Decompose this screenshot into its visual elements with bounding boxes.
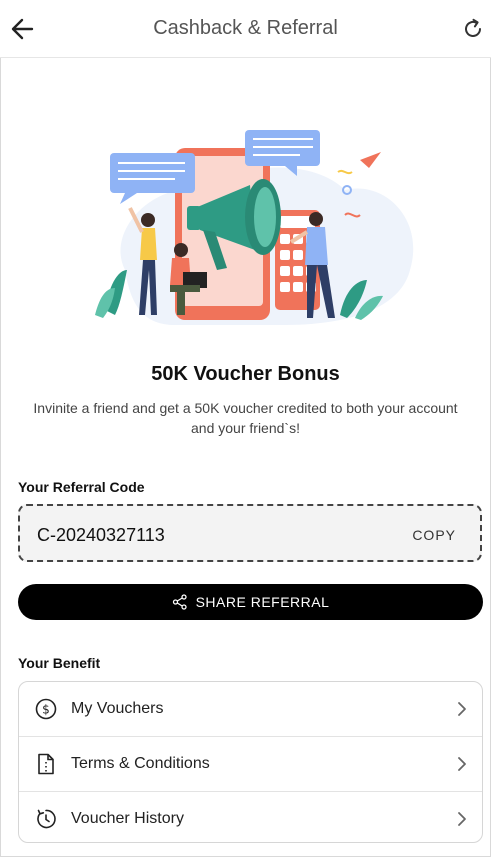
chevron-right-icon — [458, 702, 466, 716]
chevron-right-icon — [458, 812, 466, 826]
list-item-my-vouchers[interactable]: $ My Vouchers — [19, 682, 482, 737]
share-referral-button[interactable]: SHARE REFERRAL — [18, 584, 483, 620]
copy-button[interactable]: COPY — [412, 527, 456, 543]
voucher-history-label: Voucher History — [71, 810, 184, 827]
referral-illustration — [95, 130, 414, 325]
bonus-title: 50K Voucher Bonus — [151, 363, 340, 385]
share-icon — [172, 594, 187, 610]
benefit-list: $ My Vouchers Terms & Conditions Voucher… — [18, 681, 483, 843]
refresh-icon[interactable] — [461, 17, 485, 41]
referral-code-value: C-20240327113 — [37, 525, 165, 545]
referral-code-box: C-20240327113 COPY — [18, 504, 482, 562]
referral-code-label: Your Referral Code — [18, 479, 145, 495]
top-bar: Cashback & Referral — [0, 0, 491, 58]
my-vouchers-label: My Vouchers — [71, 700, 164, 717]
dollar-circle-icon: $ — [35, 698, 57, 720]
list-item-terms-conditions[interactable]: Terms & Conditions — [19, 737, 482, 792]
document-icon — [38, 753, 54, 775]
list-item-voucher-history[interactable]: Voucher History — [19, 792, 482, 842]
share-referral-label: SHARE REFERRAL — [195, 594, 330, 610]
bonus-description: Invinite a friend and get a 50K voucher … — [33, 400, 458, 436]
svg-text:$: $ — [42, 703, 50, 717]
terms-conditions-label: Terms & Conditions — [71, 755, 210, 772]
history-clock-icon — [37, 809, 56, 829]
chevron-right-icon — [458, 757, 466, 771]
benefit-label: Your Benefit — [18, 655, 101, 671]
page-title: Cashback & Referral — [153, 17, 338, 39]
